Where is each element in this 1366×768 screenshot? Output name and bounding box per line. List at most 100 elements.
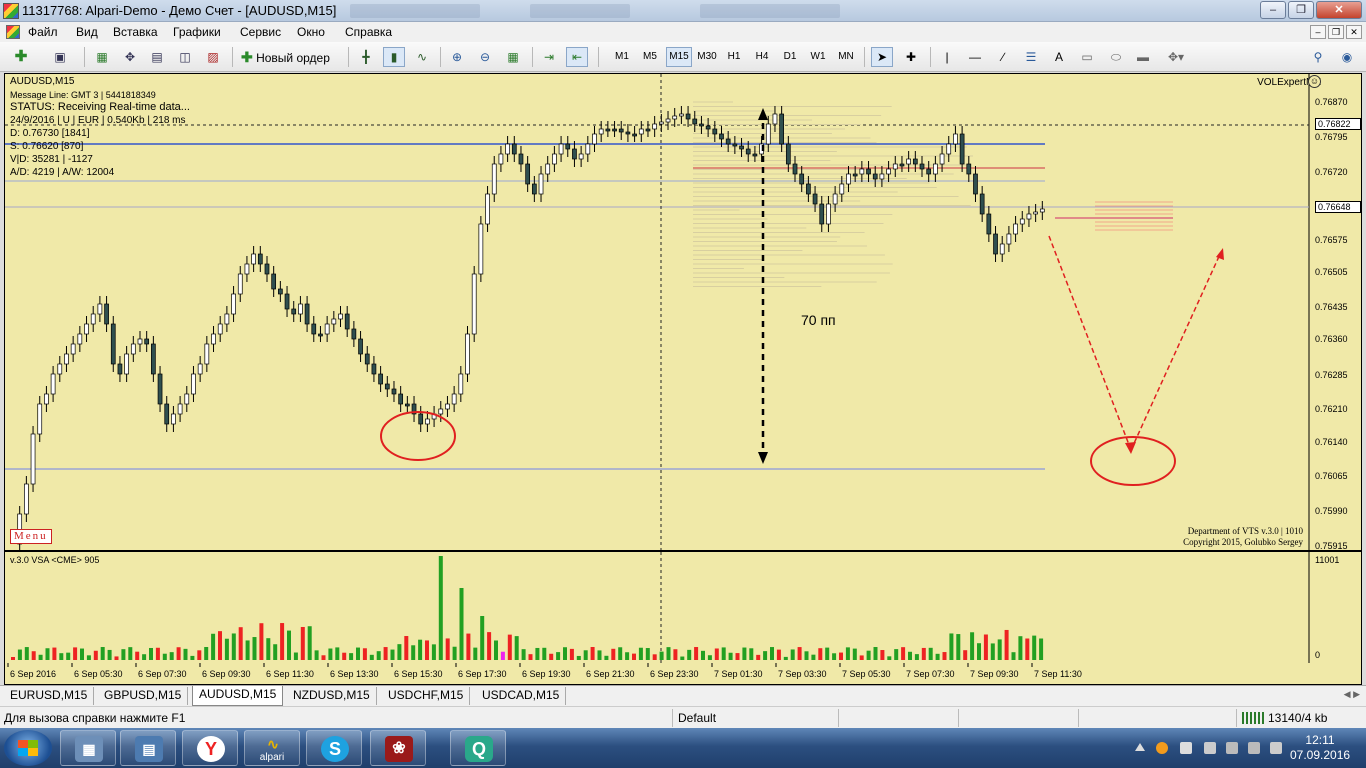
timeframe-h1-button[interactable]: H1 <box>722 47 746 67</box>
community-icon[interactable]: ◉ <box>1336 47 1358 67</box>
volume-bar <box>894 649 899 660</box>
device-icon[interactable] <box>1204 742 1216 754</box>
timeframe-m1-button[interactable]: M1 <box>610 47 634 67</box>
tab-nzdusd[interactable]: NZDUSD,M15 <box>287 687 377 705</box>
arrow-down-head <box>758 452 768 464</box>
vertical-line-icon[interactable]: | <box>937 47 957 67</box>
volume-bar <box>100 647 105 660</box>
menu-view[interactable]: Вид <box>76 25 98 39</box>
menu-charts[interactable]: Графики <box>173 25 221 39</box>
new-chart-icon[interactable]: ✚ <box>8 47 34 67</box>
menu-button[interactable]: Menu <box>10 529 52 544</box>
candle-body <box>799 173 805 185</box>
new-order-button[interactable]: ✚ Новый ордер <box>240 47 340 67</box>
bar-chart-icon[interactable]: ╋ <box>356 47 376 67</box>
menu-tools[interactable]: Сервис <box>240 25 281 39</box>
price-chart-canvas[interactable] <box>5 74 1361 552</box>
horizontal-line-icon[interactable]: — <box>965 47 985 67</box>
mdi-minimize-button[interactable]: – <box>1310 25 1326 39</box>
zoom-in-icon[interactable]: ⊕ <box>447 47 467 67</box>
candlestick-chart-icon[interactable]: ▮ <box>383 47 405 67</box>
candle-body <box>933 163 938 175</box>
autoscroll-icon[interactable]: ⇤ <box>566 47 588 67</box>
smiley-icon[interactable]: ☺ <box>1308 75 1321 88</box>
timeframe-d1-button[interactable]: D1 <box>778 47 802 67</box>
timeframe-h4-button[interactable]: H4 <box>750 47 774 67</box>
data-window-icon[interactable]: ▨ <box>203 47 223 67</box>
candle-body <box>110 323 116 365</box>
menu-file[interactable]: Файл <box>28 25 58 39</box>
profiles-icon[interactable]: ▣ <box>46 47 74 67</box>
search-icon[interactable]: ⚲ <box>1308 47 1328 67</box>
volume-histogram-canvas[interactable] <box>5 552 1361 663</box>
minimize-button[interactable]: – <box>1260 1 1286 19</box>
menu-help[interactable]: Справка <box>345 25 392 39</box>
candle-body <box>866 168 871 175</box>
timeframe-m15-button[interactable]: M15 <box>666 47 692 67</box>
navigator-icon[interactable]: ✥ <box>120 47 140 67</box>
line-chart-icon[interactable]: ∿ <box>412 47 432 67</box>
timeframe-m5-button[interactable]: M5 <box>638 47 662 67</box>
tray-clock[interactable]: 12:11 07.09.2016 <box>1290 733 1350 763</box>
text-label-icon[interactable]: ▭ <box>1077 47 1097 67</box>
equidistant-channel-icon[interactable]: ☰ <box>1021 47 1041 67</box>
mdi-close-button[interactable]: ✕ <box>1346 25 1362 39</box>
taskbar-skype[interactable]: S <box>306 730 362 766</box>
volume-bar <box>487 632 492 660</box>
show-hidden-icons-icon[interactable] <box>1135 743 1145 751</box>
menu-window[interactable]: Окно <box>297 25 325 39</box>
price-tick: 0.75990 <box>1315 506 1348 516</box>
terminal-icon[interactable]: ▤ <box>147 47 167 67</box>
taskbar-yandex[interactable]: Y <box>182 730 238 766</box>
cursor-icon[interactable]: ➤ <box>871 47 893 67</box>
tab-usdcad[interactable]: USDCAD,M15 <box>476 687 567 705</box>
flag-icon[interactable] <box>1180 742 1192 754</box>
taskbar-alpari[interactable]: ∿ alpari <box>244 730 300 766</box>
volume-bar <box>880 650 885 660</box>
vsa-indicator-panel[interactable]: v.3.0 VSA <CME> 905 11001 0 <box>5 552 1361 663</box>
main-chart[interactable]: AUDUSD,M15 Message Line: GMT 3 | 5441818… <box>5 74 1361 552</box>
chart-shift-icon[interactable]: ⇥ <box>539 47 559 67</box>
crosshair-icon[interactable]: ✚ <box>900 47 922 67</box>
keyboard-icon[interactable] <box>1270 742 1282 754</box>
tab-gbpusd[interactable]: GBPUSD,M15 <box>98 687 189 705</box>
text-icon[interactable]: A <box>1049 47 1069 67</box>
volume-bar <box>183 648 188 660</box>
antivirus-icon[interactable] <box>1156 742 1168 754</box>
timeframe-w1-button[interactable]: W1 <box>806 47 830 67</box>
market-watch-icon[interactable]: ▦ <box>92 47 112 67</box>
taskbar-calculator[interactable]: ▦ <box>60 730 116 766</box>
taskbar-acrobat[interactable]: ❀ <box>370 730 426 766</box>
volume-bar <box>921 647 926 660</box>
volume-bar <box>583 650 588 660</box>
mdi-restore-button[interactable]: ❐ <box>1328 25 1344 39</box>
strategy-tester-icon[interactable]: ◫ <box>175 47 195 67</box>
timeframe-m30-button[interactable]: M30 <box>694 47 720 67</box>
tab-eurusd[interactable]: EURUSD,M15 <box>4 687 95 705</box>
close-button[interactable]: ✕ <box>1316 1 1362 19</box>
volume-icon[interactable] <box>1248 742 1260 754</box>
chart-window-icon[interactable] <box>6 25 20 39</box>
taskbar-quik[interactable]: Q <box>450 730 506 766</box>
start-button[interactable] <box>4 730 52 766</box>
acrobat-icon: ❀ <box>385 736 413 762</box>
tab-audusd[interactable]: AUDUSD,M15 <box>192 686 284 706</box>
tile-windows-icon[interactable]: ▦ <box>503 47 523 67</box>
new-order-icon: ✚ <box>241 49 253 65</box>
taskbar-explorer[interactable]: ▤ <box>120 730 176 766</box>
ellipse-icon[interactable]: ⬭ <box>1105 47 1127 67</box>
candle-body <box>298 303 303 315</box>
timeframe-mn-button[interactable]: MN <box>834 47 858 67</box>
volume-bar <box>935 653 940 660</box>
network-icon[interactable] <box>1226 742 1238 754</box>
arrows-dropdown-icon[interactable]: ✥▾ <box>1161 47 1191 67</box>
menu-insert[interactable]: Вставка <box>113 25 158 39</box>
projection-arrow-head <box>1216 248 1224 260</box>
trendline-icon[interactable]: ∕ <box>993 47 1013 67</box>
tab-usdchf[interactable]: USDCHF,M15 <box>382 687 471 705</box>
zoom-out-icon[interactable]: ⊖ <box>475 47 495 67</box>
rectangle-icon[interactable]: ▬ <box>1133 47 1153 67</box>
tab-scroll-arrows[interactable]: ◀ ▶ <box>1344 689 1360 700</box>
volume-bar <box>245 640 250 660</box>
restore-button[interactable]: ❐ <box>1288 1 1314 19</box>
